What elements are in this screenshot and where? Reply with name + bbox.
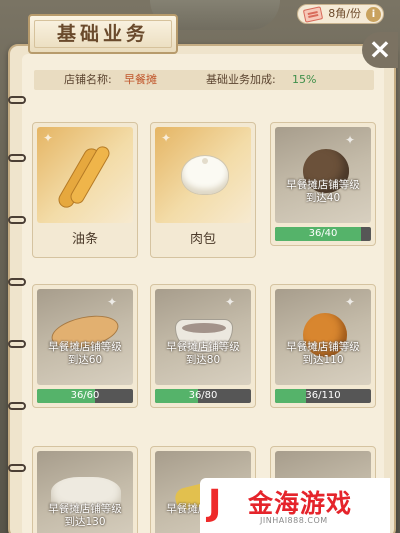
watermark-name: 金海游戏 [248, 489, 353, 518]
progress-text: 36/110 [305, 390, 341, 401]
close-icon: × [368, 32, 392, 65]
unlock-progress-bar: 36/80 [155, 389, 251, 403]
binder-ring-icon [8, 464, 26, 472]
unlock-requirement: 早餐摊店铺等级 到达130 [48, 503, 122, 528]
currency-display[interactable]: 8角/份 i [297, 4, 384, 24]
card-name: 油条 [71, 232, 98, 247]
tea-egg-icon: ✦ [275, 127, 371, 223]
youtiao-icon: ✦ [37, 127, 133, 223]
shop-info-bar: 店铺名称: 早餐摊 基础业务加成: 15% [34, 70, 374, 90]
progress-text: 36/80 [188, 390, 218, 401]
pancake-icon: ✦ [37, 289, 133, 385]
unlock-requirement: 早餐摊店铺等级 到达40 [286, 179, 360, 204]
unlock-requirement: 早餐摊店铺等级 到达110 [286, 341, 360, 366]
unlock-progress-bar: 36/60 [37, 389, 133, 403]
unlock-progress-bar: 36/110 [275, 389, 371, 403]
card-name: 肉包 [189, 232, 216, 247]
binder-ring-icon [8, 216, 26, 224]
binder-ring-icon [8, 402, 26, 410]
business-card-locked[interactable]: ✦ 早餐摊店铺等级 到达110 36/110 [270, 284, 376, 408]
binder-ring-icon [8, 154, 26, 162]
progress-text: 36/40 [308, 228, 338, 239]
business-card-youtiao[interactable]: ✦ 油条 [32, 122, 138, 258]
info-icon[interactable]: i [366, 7, 381, 22]
sesame-ball-icon: ✦ [275, 289, 371, 385]
progress-text: 36/60 [70, 390, 100, 401]
panel-title: 基础业务 [28, 14, 178, 54]
shop-name-label: 店铺名称: [64, 73, 112, 86]
binder-ring-icon [8, 96, 26, 104]
binder-ring-icon [8, 340, 26, 348]
unlock-progress-bar: 36/40 [275, 227, 371, 241]
business-card-locked[interactable]: ✦ 早餐摊店铺等级 到达60 36/60 [32, 284, 138, 408]
business-card-locked[interactable]: ✦ 早餐摊店铺等级 到达40 36/40 [270, 122, 376, 246]
unlock-requirement: 早餐摊店铺等级 到达60 [48, 341, 122, 366]
unlock-requirement: 早餐摊店铺等级 到达80 [166, 341, 240, 366]
business-card-locked[interactable]: ✦ 早餐摊店铺等级 到达80 36/80 [150, 284, 256, 408]
bun-icon: ✦ [155, 127, 251, 223]
watermark: J 金海游戏 JINHAI888.COM [200, 478, 390, 533]
coupon-icon [303, 6, 324, 23]
currency-value: 8角/份 [328, 7, 361, 20]
close-button[interactable]: × [362, 32, 398, 68]
watermark-url: JINHAI888.COM [260, 516, 328, 525]
bonus-label: 基础业务加成: [206, 73, 276, 86]
business-card-locked[interactable]: 早餐摊店铺等级 到达130 [32, 446, 138, 533]
watermark-logo-icon: J [208, 483, 222, 524]
bonus-value: 15% [292, 73, 317, 86]
binder-ring-icon [8, 278, 26, 286]
shop-name-value: 早餐摊 [124, 73, 157, 86]
soup-bowl-icon: ✦ [155, 289, 251, 385]
business-card-bun[interactable]: ✦ 肉包 [150, 122, 256, 258]
